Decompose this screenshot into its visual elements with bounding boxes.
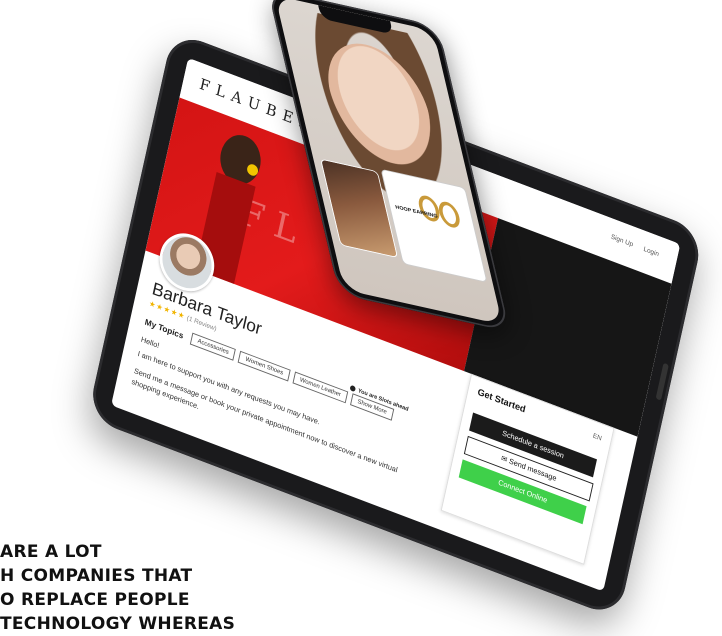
- header-links: Sign Up Login: [601, 230, 659, 258]
- headline-line: H COMPANIES THAT: [0, 566, 193, 586]
- topic-chip[interactable]: Women Leather: [292, 371, 349, 404]
- panel-title: Get Started: [476, 387, 527, 416]
- headline-line: TECHNOLOGY WHEREAS: [0, 614, 236, 634]
- cta-text: Send me a message or book your private a…: [130, 366, 399, 475]
- topic-chip[interactable]: Women Shoes: [237, 350, 291, 382]
- login-link[interactable]: Login: [643, 246, 660, 258]
- product-card[interactable]: HOOP EARRING: [380, 168, 488, 283]
- topic-chip[interactable]: Accessories: [190, 332, 237, 361]
- greeting-text: Hello!: [140, 335, 161, 350]
- earring-icon: [436, 199, 463, 230]
- headline-line: ARE A LOT: [0, 542, 102, 562]
- language-select[interactable]: EN: [592, 433, 602, 443]
- headline: ARE A LOT H COMPANIES THAT O REPLACE PEO…: [0, 540, 330, 636]
- sign-up-link[interactable]: Sign Up: [610, 234, 633, 249]
- status-dot-icon: [349, 384, 357, 393]
- headline-line: O REPLACE PEOPLE: [0, 590, 190, 610]
- tablet-side-button: [655, 362, 669, 401]
- topics-label: My Topics: [144, 316, 185, 341]
